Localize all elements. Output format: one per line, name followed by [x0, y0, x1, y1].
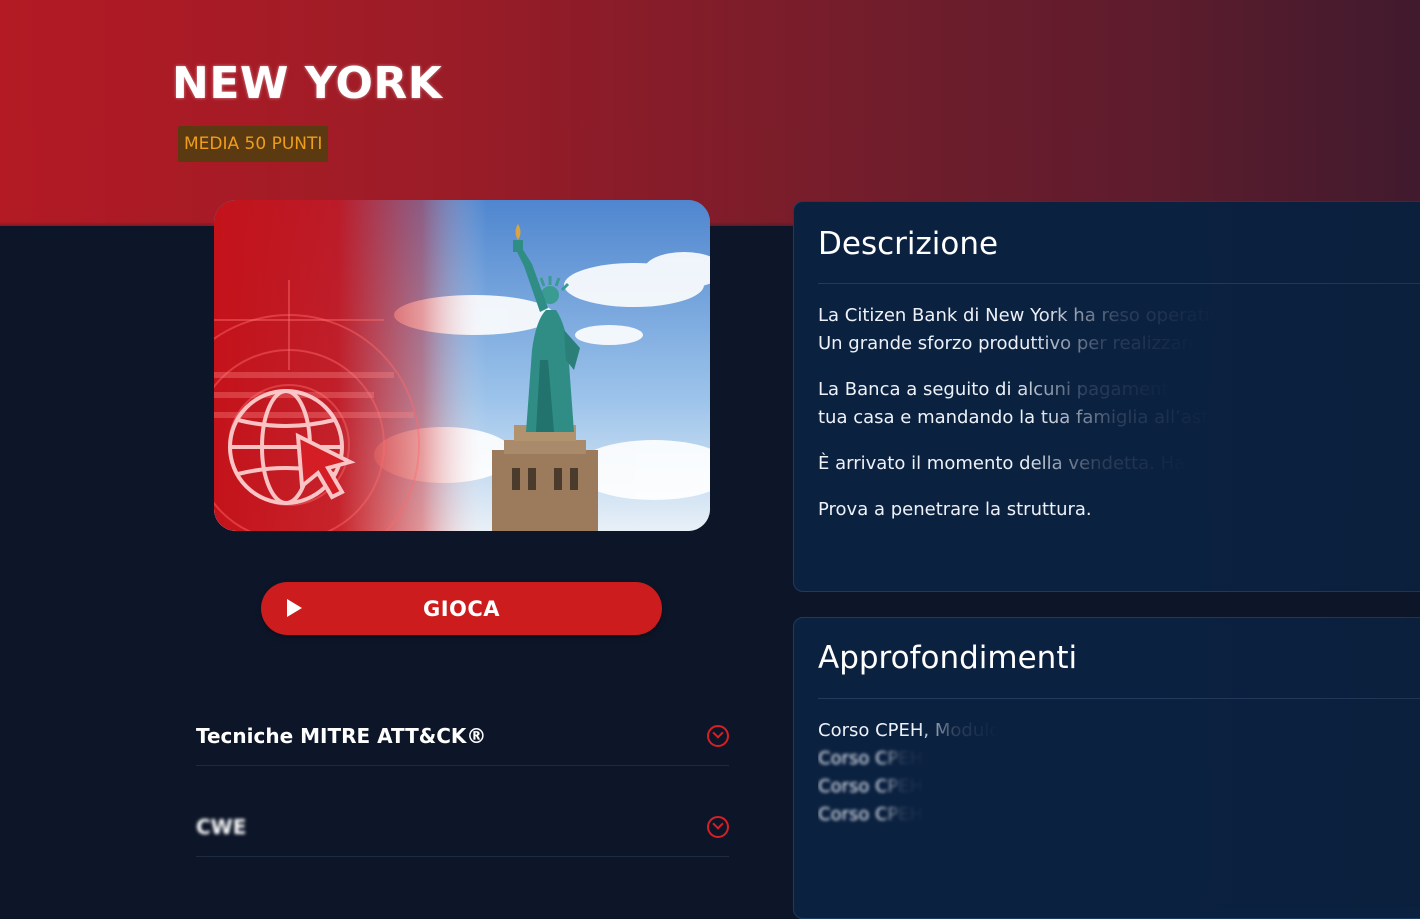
divider: [818, 698, 1420, 699]
description-line: tua casa e mandando la tua famiglia all’…: [818, 407, 1216, 428]
divider: [818, 283, 1420, 284]
chevron-down-circle-icon[interactable]: [707, 725, 729, 747]
resource-link[interactable]: Corso CPEH,: [818, 773, 929, 801]
hero-image: [214, 200, 710, 531]
description-panel: Descrizione La Citizen Bank di New York …: [793, 201, 1420, 592]
description-line: È arrivato il momento della vendetta. Ha…: [818, 453, 1191, 474]
accordion-label: CWE: [196, 815, 247, 839]
resource-link[interactable]: Corso CPEH, Modulo: [818, 717, 1000, 745]
description-line: Prova a penetrare la struttura.: [818, 499, 1092, 520]
accordion-cwe[interactable]: CWE: [196, 796, 729, 857]
description-line: La Banca a seguito di alcuni pagamenti: [818, 379, 1174, 400]
resources-title: Approfondimenti: [818, 640, 1078, 676]
play-button[interactable]: GIOCA: [261, 582, 662, 635]
description-line: Un grande sforzo produttivo per realizza…: [818, 333, 1200, 354]
resource-link[interactable]: Corso CPEH,: [818, 745, 929, 773]
accordion-mitre-attack[interactable]: Tecniche MITRE ATT&CK®: [196, 705, 729, 766]
play-icon: [287, 599, 302, 617]
description-title: Descrizione: [818, 226, 999, 262]
chevron-down-circle-icon[interactable]: [707, 816, 729, 838]
points-badge: MEDIA 50 PUNTI: [178, 126, 329, 162]
resources-panel: Approfondimenti Corso CPEH, Modulo Corso…: [793, 617, 1420, 919]
description-line: La Citizen Bank di New York ha reso oper…: [818, 305, 1221, 326]
page-title: NEW YORK: [172, 58, 443, 109]
play-button-label: GIOCA: [422, 596, 501, 621]
header-band: [0, 0, 1420, 230]
resource-link[interactable]: Corso CPEH,: [818, 801, 929, 829]
accordion-label: Tecniche MITRE ATT&CK®: [196, 724, 487, 748]
